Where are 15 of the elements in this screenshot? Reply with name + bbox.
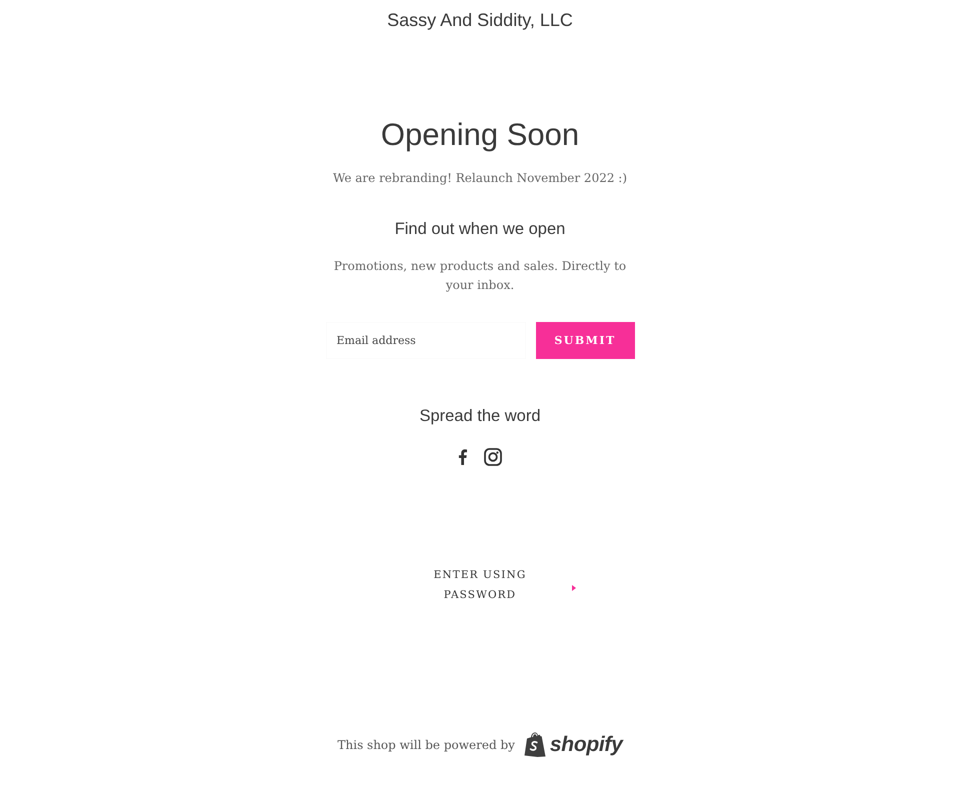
announcement-text: We are rebranding! Relaunch November 2022 :) [332,170,628,187]
shop-name: Sassy And Siddity, LLC [387,9,573,31]
shopping-bag-icon [524,732,546,757]
signup-heading: Find out when we open [394,219,566,240]
shopify-logo-link[interactable]: shopify [524,732,622,757]
password-link[interactable]: ENTER USING PASSWORD [432,565,528,605]
caret-icon [572,585,576,591]
signup-description: Promotions, new products and sales. Directly to your inbox. [332,258,628,294]
social-heading: Spread the word [419,406,541,427]
page-title: Opening Soon [380,116,580,154]
powered-by-text: This shop will be powered by [338,738,515,752]
submit-button[interactable]: SUBMIT [536,322,634,359]
email-input[interactable]: Email address [326,322,526,359]
facebook-icon[interactable] [458,449,467,465]
instagram-icon[interactable] [484,448,502,466]
